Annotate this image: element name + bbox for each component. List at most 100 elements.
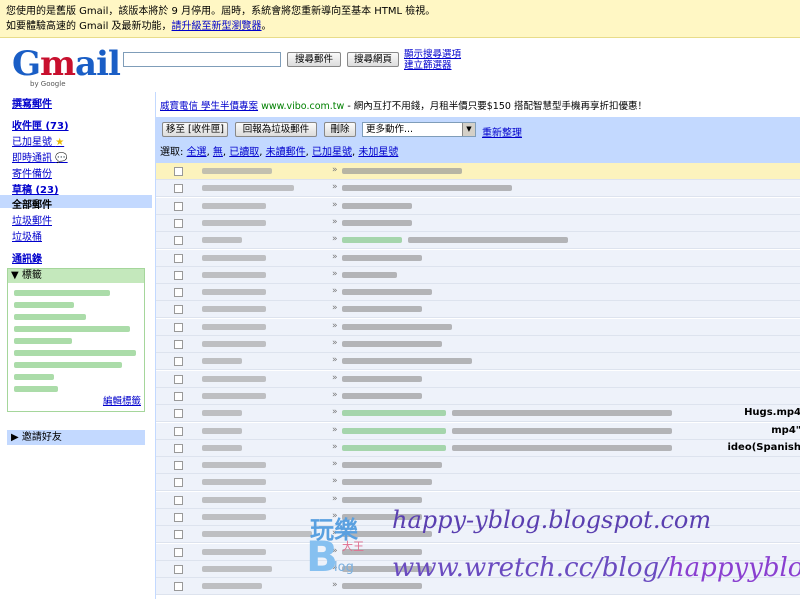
select-starred-link[interactable]: 已加星號 xyxy=(312,147,352,158)
row-checkbox[interactable] xyxy=(174,288,183,298)
banner-line-1: 您使用的是舊版 Gmail，該版本將於 9 月停用。屆時，系統會將您重新導向至基… xyxy=(6,6,436,17)
labels-header[interactable]: ▼ 標籤 xyxy=(8,269,144,283)
label-item[interactable] xyxy=(14,338,72,344)
row-checkbox[interactable] xyxy=(174,513,183,522)
label-item[interactable] xyxy=(14,302,74,308)
row-checkbox[interactable] xyxy=(174,530,183,540)
refresh-link[interactable]: 重新整理 xyxy=(482,124,522,139)
row-checkbox[interactable] xyxy=(174,218,183,228)
mail-row[interactable]: » xyxy=(156,301,800,319)
nav-all-mail[interactable]: 全部郵件 xyxy=(12,196,52,211)
watermark-line-2-suffix: happyyblog xyxy=(667,553,800,583)
mail-toolbar: 移至 [收件匣] 回報為垃圾郵件 刪除 更多動作... ▼ 重新整理 選取: 全… xyxy=(156,117,800,163)
mail-row[interactable]: » xyxy=(156,353,800,371)
edit-labels-link[interactable]: 編輯標籤 xyxy=(103,393,141,407)
search-input[interactable] xyxy=(123,52,281,67)
create-filter-link[interactable]: 建立篩選器 xyxy=(404,60,461,71)
mail-row[interactable]: » xyxy=(156,163,800,180)
watermark-logo-sub: 大王 xyxy=(342,540,364,553)
row-checkbox[interactable] xyxy=(174,391,183,401)
labels-panel: ▼ 標籤 編輯標籤 xyxy=(7,268,145,412)
row-checkbox[interactable] xyxy=(174,201,183,211)
compose-link[interactable]: 撰寫郵件 xyxy=(12,95,52,110)
row-sender xyxy=(202,427,242,434)
nav-chats[interactable]: 即時通訊 💬 xyxy=(12,149,68,164)
mail-row[interactable]: » xyxy=(156,249,800,267)
upgrade-browser-link[interactable]: 請升級至新型瀏覽器 xyxy=(172,21,262,32)
select-read-link[interactable]: 已讀取 xyxy=(229,147,259,158)
row-checkbox[interactable] xyxy=(174,167,183,176)
mail-row[interactable]: » mp4" xyxy=(156,422,800,440)
mail-row[interactable]: » xyxy=(156,387,800,405)
row-checkbox[interactable] xyxy=(174,253,183,263)
row-checkbox[interactable] xyxy=(174,270,183,280)
show-search-options-link[interactable]: 顯示搜尋選項 xyxy=(404,49,461,60)
row-checkbox[interactable] xyxy=(174,495,183,505)
report-spam-button[interactable]: 回報為垃圾郵件 xyxy=(235,122,317,137)
row-checkbox[interactable] xyxy=(174,461,183,471)
by-google-text: by Google xyxy=(30,80,66,88)
label-item[interactable] xyxy=(14,314,86,320)
nav-sent[interactable]: 寄件備份 xyxy=(12,165,52,180)
mail-row[interactable]: » xyxy=(156,266,800,284)
row-checkbox[interactable] xyxy=(174,547,183,557)
mail-row[interactable]: » xyxy=(156,284,800,302)
row-checkbox[interactable] xyxy=(174,426,183,436)
row-checkbox[interactable] xyxy=(174,374,183,384)
row-checkbox[interactable] xyxy=(174,443,183,453)
select-none-link[interactable]: 無 xyxy=(213,147,223,158)
mail-row[interactable]: » xyxy=(156,180,800,198)
mail-row[interactable]: » xyxy=(156,197,800,215)
row-checkbox[interactable] xyxy=(174,478,183,488)
watermark-logo: 玩樂 B 大王 log xyxy=(306,510,376,590)
ad-title-link[interactable]: 威寶電信 學生半價專案 xyxy=(160,101,258,112)
nav-contacts[interactable]: 通訊錄 xyxy=(12,250,42,265)
label-item[interactable] xyxy=(14,362,122,368)
row-checkbox[interactable] xyxy=(174,340,183,349)
search-web-button[interactable]: 搜尋網頁 xyxy=(347,52,399,67)
row-subject xyxy=(342,375,422,382)
mail-row[interactable]: » xyxy=(156,457,800,475)
row-checkbox[interactable] xyxy=(174,236,183,246)
delete-button[interactable]: 刪除 xyxy=(324,122,356,137)
label-item[interactable] xyxy=(14,326,130,332)
row-separator-icon: » xyxy=(332,493,338,504)
row-checkbox[interactable] xyxy=(174,322,183,332)
label-item[interactable] xyxy=(14,350,136,356)
gmail-logo[interactable]: Gmail by Google xyxy=(12,46,121,92)
search-mail-button[interactable]: 搜尋郵件 xyxy=(287,52,341,67)
mail-row[interactable]: » xyxy=(156,474,800,492)
move-to-inbox-button[interactable]: 移至 [收件匣] xyxy=(162,122,228,137)
nav-spam[interactable]: 垃圾郵件 xyxy=(12,212,52,227)
mail-row[interactable]: » xyxy=(156,370,800,388)
label-item[interactable] xyxy=(14,290,110,296)
mail-row[interactable]: » xyxy=(156,232,800,250)
more-actions-select[interactable]: 更多動作... ▼ xyxy=(362,122,476,137)
mail-row[interactable]: » xyxy=(156,214,800,232)
select-unstarred-link[interactable]: 未加星號 xyxy=(358,147,398,158)
row-subject xyxy=(342,462,442,469)
invite-friends-header[interactable]: ▶ 邀請好友 xyxy=(7,430,145,445)
banner-line-2: 如要體驗高速的 Gmail 及最新功能，請升級至新型瀏覽器。 xyxy=(6,19,794,34)
nav-trash[interactable]: 垃圾桶 xyxy=(12,228,42,243)
row-checkbox[interactable] xyxy=(174,582,183,592)
select-unread-link[interactable]: 未讀郵件 xyxy=(266,147,306,158)
mail-row[interactable]: » ideo(Spanish xyxy=(156,439,800,457)
mail-row[interactable]: » xyxy=(156,336,800,353)
row-checkbox[interactable] xyxy=(174,305,183,315)
row-checkbox[interactable] xyxy=(174,564,183,574)
select-all-link[interactable]: 全選 xyxy=(187,147,207,158)
mail-row[interactable]: » xyxy=(156,318,800,336)
nav-chats-label: 即時通訊 xyxy=(12,153,52,164)
row-checkbox[interactable] xyxy=(174,184,183,194)
mail-row[interactable]: » Hugs.mp4 xyxy=(156,405,800,423)
label-item[interactable] xyxy=(14,386,58,392)
row-subject xyxy=(342,496,422,503)
row-checkbox[interactable] xyxy=(174,409,183,419)
nav-starred[interactable]: 已加星號 ★ xyxy=(12,133,64,148)
row-checkbox[interactable] xyxy=(174,357,183,367)
row-sender xyxy=(202,254,266,261)
nav-drafts[interactable]: 草稿 (23) xyxy=(12,181,59,196)
nav-inbox[interactable]: 收件匣 (73) xyxy=(12,117,69,132)
label-item[interactable] xyxy=(14,374,54,380)
